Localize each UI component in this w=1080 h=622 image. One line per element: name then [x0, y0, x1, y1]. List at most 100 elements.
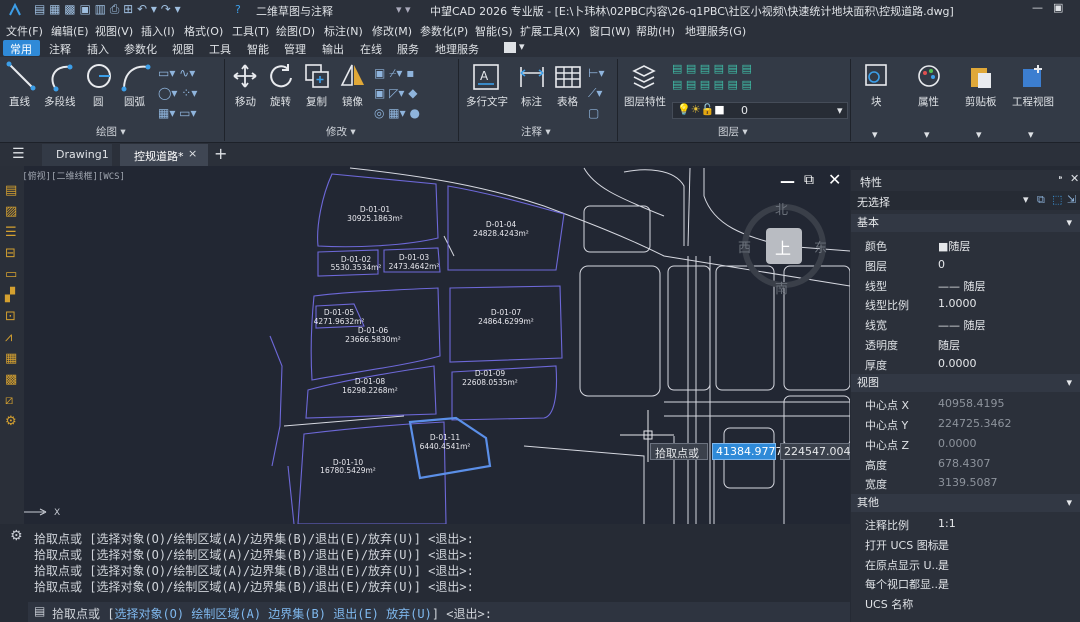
project-view-dropdown-icon[interactable]: ▾	[1028, 128, 1034, 141]
command-settings-icon[interactable]: ⚙	[10, 528, 23, 544]
prop-value-lineweight[interactable]: —— 随层	[938, 317, 986, 333]
select-objects-icon[interactable]: ⬚	[1052, 193, 1062, 206]
compass-south[interactable]: 南	[775, 278, 788, 297]
menu-edit[interactable]: 编辑(E)	[51, 23, 89, 39]
compass-east[interactable]: 东	[814, 237, 827, 256]
menu-tools[interactable]: 工具(T)	[232, 23, 269, 39]
polyline-button[interactable]: 多段线	[44, 94, 76, 109]
viewport-minimize-icon[interactable]: —	[780, 172, 795, 190]
workspace-dropdown-icon[interactable]: ▾ ▾	[396, 3, 411, 16]
menu-file[interactable]: 文件(F)	[6, 23, 43, 39]
clipboard-dropdown-icon[interactable]: ▾	[976, 128, 982, 141]
draw-group-label[interactable]: 绘图 ▾	[96, 124, 126, 139]
menu-window[interactable]: 窗口(W)	[589, 23, 630, 39]
workspace-select[interactable]: 二维草图与注释	[256, 3, 333, 19]
dynamic-input-x-field[interactable]: 41384.9777	[712, 443, 782, 460]
prop-value-ltscale[interactable]: 1.0000	[938, 297, 977, 310]
tab-active-drawing[interactable]: 控规道路* ×	[120, 144, 208, 166]
properties-dropdown-icon[interactable]: ▾	[924, 128, 930, 141]
circle-button[interactable]: 圆	[93, 94, 104, 109]
layer-properties-button[interactable]: 图层特性	[624, 94, 666, 109]
section-view-header[interactable]: 视图 ▾	[851, 374, 1080, 392]
prop-value-layer[interactable]: 0	[938, 258, 945, 271]
table-button[interactable]: 表格	[557, 94, 578, 109]
command-option-undo[interactable]: 放弃(U)	[386, 607, 432, 621]
help-icon[interactable]: ?	[235, 3, 241, 16]
draw-small-tools-icon[interactable]: ▭▾ ∿▾ ◯▾ ⁘▾ ▦▾ ▭▾	[158, 63, 197, 123]
mtext-button[interactable]: 多行文字	[466, 94, 508, 109]
command-option-exit[interactable]: 退出(E)	[333, 607, 379, 621]
arc-button[interactable]: 圆弧	[124, 94, 145, 109]
tab-close-icon[interactable]: ×	[188, 147, 197, 160]
clipboard-button[interactable]: 剪贴板	[965, 94, 997, 109]
prop-value-ucs-on[interactable]: 是	[938, 537, 949, 553]
menu-dimension[interactable]: 标注(N)	[324, 23, 363, 39]
tab-annotate[interactable]: 注释	[49, 41, 71, 57]
pickadd-icon[interactable]: ⇲	[1067, 193, 1076, 206]
modify-group-label[interactable]: 修改 ▾	[326, 124, 356, 139]
mirror-button[interactable]: 镜像	[342, 94, 363, 109]
tab-drawing1[interactable]: Drawing1	[42, 144, 112, 166]
view-cube-top[interactable]: 上	[766, 228, 802, 264]
prop-value-ucs-per-vp[interactable]: 是	[938, 576, 949, 592]
quick-access-icons[interactable]: ▤ ▦ ▩ ▣ ▥ ⎙ ⊞ ↶ ▾ ↷ ▾	[34, 2, 214, 18]
tab-manage[interactable]: 管理	[284, 41, 306, 57]
prop-value-color[interactable]: ■随层	[938, 238, 970, 254]
prop-value-ucs-origin[interactable]: 是	[938, 557, 949, 573]
block-button[interactable]: 块	[871, 94, 882, 109]
section-basic-header[interactable]: 基本 ▾	[851, 214, 1080, 232]
tab-output[interactable]: 输出	[322, 41, 344, 57]
drawing-svg[interactable]: D-01-01 30925.1863m² D-01-02 5530.3534m²…	[24, 166, 850, 524]
tab-geo-service[interactable]: 地理服务	[435, 41, 479, 57]
line-button[interactable]: 直线	[9, 94, 30, 109]
move-button[interactable]: 移动	[235, 94, 256, 109]
project-view-button[interactable]: 工程视图	[1012, 94, 1054, 109]
command-input-bar[interactable]: ▤ 拾取点或 [选择对象(O) 绘制区域(A) 边界集(B) 退出(E) 放弃(…	[28, 602, 850, 622]
tab-parametric[interactable]: 参数化	[124, 41, 157, 57]
menu-extend-tools[interactable]: 扩展工具(X)	[520, 23, 580, 39]
panel-pin-icon[interactable]: ⁍	[1058, 173, 1063, 184]
layer-group-label[interactable]: 图层 ▾	[718, 124, 748, 139]
quick-select-icon[interactable]: ⧉	[1037, 193, 1045, 207]
menu-modify[interactable]: 修改(M)	[372, 23, 412, 39]
hamburger-menu-icon[interactable]: ☰	[12, 146, 25, 162]
ribbon-toggle-icon[interactable]	[504, 42, 516, 53]
command-option-draw-area[interactable]: 绘制区域(A)	[191, 607, 261, 621]
command-option-boundary[interactable]: 边界集(B)	[268, 607, 326, 621]
maximize-icon[interactable]: ▣	[1053, 1, 1063, 14]
menu-format[interactable]: 格式(O)	[184, 23, 223, 39]
prop-value-thickness[interactable]: 0.0000	[938, 357, 977, 370]
tab-tools[interactable]: 工具	[209, 41, 231, 57]
minimize-icon[interactable]: —	[1032, 1, 1043, 14]
menu-insert[interactable]: 插入(I)	[141, 23, 175, 39]
menu-parametric[interactable]: 参数化(P)	[420, 23, 468, 39]
layer-small-tools-icon[interactable]: ▤ ▤ ▤ ▤ ▤ ▤ ▤ ▤ ▤ ▤ ▤ ▤	[672, 61, 752, 93]
prop-value-linetype[interactable]: —— 随层	[938, 278, 986, 294]
layer-dropdown[interactable]: 💡☀🔓■ 0 ▾	[672, 102, 848, 119]
selection-dropdown[interactable]: 无选择 ▾ ⧉ ⬚ ⇲	[851, 191, 1080, 210]
compass-north[interactable]: 北	[775, 199, 788, 218]
left-tool-icons[interactable]: ▤ ▨ ☰ ⊟ ▭ ▞ ⊡ ⩘ ▦ ▩ ⧄ ⚙	[5, 180, 17, 432]
block-dropdown-icon[interactable]: ▾	[872, 128, 878, 141]
viewport-label[interactable]: [-][俯视][二维线框][WCS]	[24, 169, 125, 182]
tab-online[interactable]: 在线	[360, 41, 382, 57]
menu-draw[interactable]: 绘图(D)	[276, 23, 315, 39]
properties-button[interactable]: 属性	[918, 94, 939, 109]
dimension-button[interactable]: 标注	[521, 94, 542, 109]
annotation-small-tools-icon[interactable]: ⊢▾ ⟋▾ ▢	[588, 63, 604, 123]
tab-smart[interactable]: 智能	[247, 41, 269, 57]
modify-small-tools-icon[interactable]: ▣ ⌿▾ ▪ ▣ ◸▾ ◆ ◎ ▦▾ ●	[374, 63, 420, 123]
panel-close-icon[interactable]: ✕	[1070, 172, 1079, 185]
new-tab-icon[interactable]: +	[214, 144, 227, 163]
annotation-group-label[interactable]: 注释 ▾	[521, 124, 551, 139]
rotate-button[interactable]: 旋转	[270, 94, 291, 109]
viewport-close-icon[interactable]: ✕	[828, 170, 841, 189]
drawing-canvas[interactable]: D-01-01 30925.1863m² D-01-02 5530.3534m²…	[24, 166, 850, 524]
tab-insert[interactable]: 插入	[87, 41, 109, 57]
prop-value-transparency[interactable]: 随层	[938, 337, 960, 353]
menu-help[interactable]: 帮助(H)	[636, 23, 675, 39]
prop-value-annoscale[interactable]: 1:1	[938, 517, 956, 530]
ribbon-toggle-dropdown-icon[interactable]: ▾	[519, 40, 525, 53]
view-compass[interactable]: 北 南 东 西 上	[738, 203, 827, 297]
copy-button[interactable]: 复制	[306, 94, 327, 109]
